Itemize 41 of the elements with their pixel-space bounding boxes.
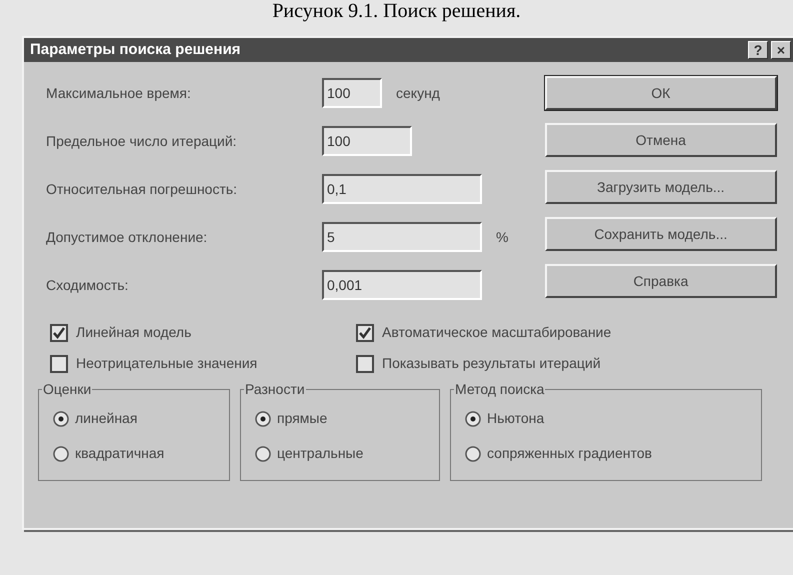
dialog-button[interactable]: Сохранить модель... [544,217,777,251]
close-button[interactable]: × [771,41,791,59]
field-label: Предельное число итераций: [46,132,238,151]
figure-caption: Рисунок 9.1. Поиск решения. [272,0,521,22]
unit-label: % [496,228,508,246]
help-button[interactable]: ? [748,41,768,59]
radio-label: сопряженных градиентов [487,444,652,463]
radio-button[interactable] [255,410,271,426]
dialog-button[interactable]: Загрузить модель... [544,170,777,204]
radio-button[interactable] [255,446,271,462]
checkbox[interactable] [356,324,374,342]
field-label: Относительная погрешность: [46,180,238,199]
radio-button[interactable] [53,446,69,462]
input-field[interactable]: 0,1 [322,174,482,204]
checkbox-label: Линейная модель [76,323,192,342]
checkbox[interactable] [50,354,68,372]
input-field[interactable]: 100 [322,78,382,108]
checkbox-label: Показывать результаты итераций [382,354,601,373]
field-label: Допустимое отклонение: [46,228,208,247]
radio-button[interactable] [465,446,481,462]
checkbox[interactable] [356,354,374,372]
radio-button[interactable] [53,410,69,426]
window-title: Параметры поиска решения [30,40,242,60]
radio-label: центральные [277,444,364,463]
checkbox-label: Неотрицательные значения [76,354,258,373]
dialog-button[interactable]: Отмена [544,123,777,157]
input-field[interactable]: 100 [322,126,412,156]
dialog-button[interactable]: Справка [544,264,777,298]
field-label: Максимальное время: [46,84,192,103]
input-field[interactable]: 5 [322,222,482,252]
radio-label: линейная [75,409,138,428]
radio-label: квадратичная [75,444,164,463]
input-field[interactable]: 0,001 [322,270,482,300]
unit-label: секунд [396,84,440,103]
radio-label: прямые [277,409,328,428]
radio-button[interactable] [465,410,481,426]
dialog-button[interactable]: ОК [544,76,777,110]
field-label: Сходимость: [46,276,130,295]
radio-label: Ньютона [487,409,544,428]
checkbox-label: Автоматическое масштабирование [382,323,612,342]
checkbox[interactable] [50,324,68,342]
